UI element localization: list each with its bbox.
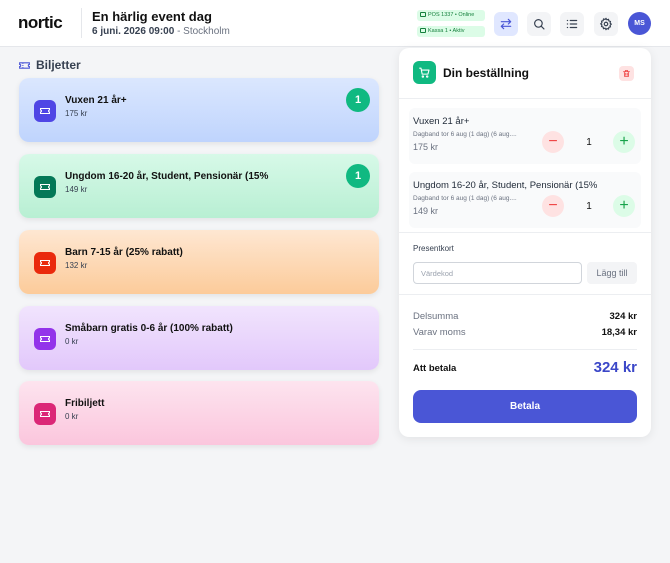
ticket-icon: [34, 403, 56, 425]
list-icon: [566, 19, 578, 29]
minus-icon: −: [548, 197, 558, 214]
cart-icon: [413, 61, 436, 84]
avatar[interactable]: MS: [628, 12, 651, 35]
settings-button[interactable]: [594, 12, 618, 36]
ticket-name: Vuxen 21 år+: [65, 95, 127, 106]
order-line-price: 175 kr: [413, 142, 439, 152]
ticket-name: Småbarn gratis 0-6 år (100% rabatt): [65, 323, 233, 334]
event-date: 6 juni. 2026 09:00: [92, 26, 175, 37]
increase-qty-button[interactable]: +: [613, 195, 635, 217]
pay-button[interactable]: Betala: [413, 390, 637, 423]
vat-label: Varav moms: [413, 327, 466, 338]
tickets-title: Biljetter: [36, 58, 81, 72]
order-line-name: Vuxen 21 år+: [413, 116, 470, 127]
ticket-name: Fribiljett: [65, 398, 105, 409]
increase-qty-button[interactable]: +: [613, 131, 635, 153]
ticket-price: 0 kr: [65, 337, 79, 346]
header-divider: [81, 8, 82, 38]
ticket-price: 0 kr: [65, 412, 79, 421]
event-title: En härlig event dag: [92, 9, 212, 24]
swap-icon: [500, 18, 512, 30]
order-line-qty: 1: [586, 137, 592, 148]
till-icon: [420, 28, 426, 33]
ticket-price: 175 kr: [65, 109, 88, 118]
plus-icon: +: [619, 197, 629, 214]
order-title: Din beställning: [443, 66, 530, 80]
till-status-badge: Kassa 1 • Aktiv: [417, 26, 485, 37]
pos-icon: [420, 12, 426, 17]
swap-button[interactable]: [494, 12, 518, 36]
order-line-name: Ungdom 16-20 år, Student, Pensionär (15%: [413, 180, 598, 191]
subtotal-label: Delsumma: [413, 311, 459, 322]
order-line-desc: Dagband tor 6 aug (1 dag) (6 aug....: [413, 131, 517, 138]
order-panel: Din beställning Vuxen 21 år+ Dagband tor…: [399, 48, 651, 437]
ticket-count-badge: 1: [346, 164, 370, 188]
order-line-qty: 1: [586, 201, 592, 212]
vat-value: 18,34 kr: [601, 327, 637, 338]
total-label: Att betala: [413, 363, 457, 374]
giftcard-label: Presentkort: [413, 244, 454, 253]
ticket-icon: [34, 176, 56, 198]
ticket-card-smabarn[interactable]: Småbarn gratis 0-6 år (100% rabatt) 0 kr: [19, 306, 379, 370]
order-line-price: 149 kr: [413, 206, 439, 216]
pos-status-text: POS 1337 • Online: [428, 12, 475, 18]
minus-icon: −: [548, 133, 558, 150]
order-line-desc: Dagband tor 6 aug (1 dag) (6 aug....: [413, 195, 517, 202]
clear-order-button[interactable]: [619, 66, 634, 81]
trash-icon: [623, 70, 630, 77]
ticket-icon: [34, 328, 56, 350]
tickets-heading: Biljetter: [18, 58, 81, 72]
till-status-text: Kassa 1 • Aktiv: [428, 28, 465, 34]
search-icon: [534, 19, 545, 30]
ticket-count-badge: 1: [346, 88, 370, 112]
divider: [399, 294, 651, 295]
settings-icon: [599, 17, 613, 31]
ticket-icon: [34, 252, 56, 274]
pos-status-badge: POS 1337 • Online: [417, 10, 485, 21]
divider: [413, 349, 637, 350]
decrease-qty-button[interactable]: −: [542, 195, 564, 217]
ticket-card-barn[interactable]: Barn 7-15 år (25% rabatt) 132 kr: [19, 230, 379, 294]
ticket-icon: [19, 61, 30, 69]
ticket-price: 132 kr: [65, 261, 88, 270]
list-button[interactable]: [560, 12, 584, 36]
divider: [399, 98, 651, 99]
decrease-qty-button[interactable]: −: [542, 131, 564, 153]
event-subtitle: 6 juni. 2026 09:00 - Stockholm: [92, 26, 230, 37]
subtotal-value: 324 kr: [609, 311, 637, 322]
giftcard-code-input[interactable]: [413, 262, 582, 284]
ticket-name: Ungdom 16-20 år, Student, Pensionär (15%: [65, 171, 269, 182]
ticket-card-vuxen[interactable]: Vuxen 21 år+ 175 kr 1: [19, 78, 379, 142]
ticket-name: Barn 7-15 år (25% rabatt): [65, 247, 183, 258]
add-giftcard-button[interactable]: Lägg till: [587, 262, 637, 284]
logo[interactable]: nortic: [18, 13, 63, 33]
top-bar: nortic En härlig event dag 6 juni. 2026 …: [0, 0, 670, 47]
divider: [399, 232, 651, 233]
ticket-icon: [34, 100, 56, 122]
search-button[interactable]: [527, 12, 551, 36]
total-value: 324 kr: [593, 359, 637, 376]
event-location: - Stockholm: [177, 26, 230, 37]
ticket-card-ungdom[interactable]: Ungdom 16-20 år, Student, Pensionär (15%…: [19, 154, 379, 218]
plus-icon: +: [619, 133, 629, 150]
ticket-card-fribiljett[interactable]: Fribiljett 0 kr: [19, 381, 379, 445]
ticket-price: 149 kr: [65, 185, 88, 194]
